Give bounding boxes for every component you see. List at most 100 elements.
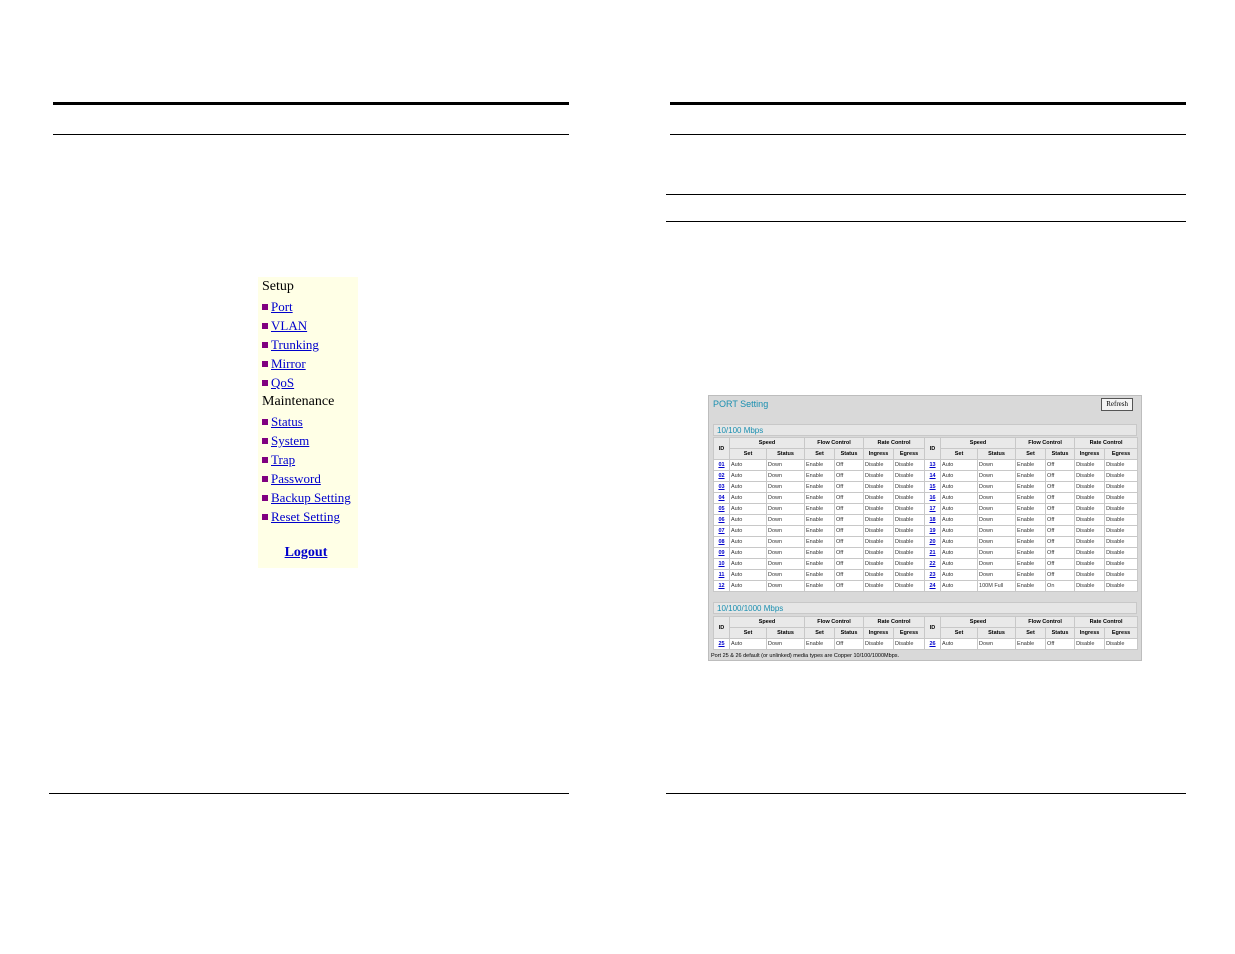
menu-link-reset-setting[interactable]: Reset Setting [271, 509, 340, 525]
port-id-link[interactable]: 23 [929, 572, 935, 578]
port-speed-status-cell: Down [765, 547, 806, 559]
menu-link-system[interactable]: System [271, 433, 309, 449]
menu-item-password[interactable]: Password [262, 471, 321, 487]
table-header-row: ID Speed Flow Control Rate Control ID Speed Fl… [713, 616, 1139, 639]
port-id-link[interactable]: 10 [718, 561, 724, 567]
menu-link-mirror[interactable]: Mirror [271, 356, 306, 372]
col-header-speed: Speed [940, 437, 1017, 449]
port-flow-status-cell: Off [834, 525, 865, 537]
square-bullet-icon [262, 438, 268, 444]
port-flow-set-cell: Enable [804, 514, 836, 526]
menu-item-vlan[interactable]: VLAN [262, 318, 307, 334]
port-id-link[interactable]: 04 [718, 495, 724, 501]
menu-item-status[interactable]: Status [262, 414, 303, 430]
refresh-button[interactable]: Refresh [1101, 398, 1133, 411]
port-id-link[interactable]: 06 [718, 517, 724, 523]
menu-link-backup-setting[interactable]: Backup Setting [271, 490, 351, 506]
port-id-link[interactable]: 21 [929, 550, 935, 556]
port-flow-set-cell: Enable [804, 558, 836, 570]
port-speed-set-cell: Auto [940, 470, 979, 482]
port-flow-set-cell: Enable [804, 547, 836, 559]
port-id-link[interactable]: 18 [929, 517, 935, 523]
port-speed-status-cell: Down [765, 514, 806, 526]
port-id-link[interactable]: 16 [929, 495, 935, 501]
col-header-ingress: Ingress [1074, 448, 1106, 460]
port-id-cell: 09 [713, 547, 730, 559]
port-speed-status-cell: Down [765, 470, 806, 482]
right-top-rule-thin [670, 134, 1186, 135]
port-table-10-100: ID Speed Flow Control Rate Control ID Speed Fl… [713, 437, 1139, 592]
port-egress-cell: Disable [893, 558, 926, 570]
port-id-link[interactable]: 19 [929, 528, 935, 534]
menu-link-trap[interactable]: Trap [271, 452, 295, 468]
port-flow-set-cell: Enable [1015, 580, 1047, 592]
port-flow-set-cell: Enable [804, 638, 836, 650]
port-speed-status-cell: Down [765, 536, 806, 548]
port-speed-status-cell: Down [977, 525, 1017, 537]
port-ingress-cell: Disable [863, 580, 895, 592]
port-setting-panel: PORT Setting Refresh 10/100 Mbps ID Speed… [708, 395, 1142, 661]
menu-link-password[interactable]: Password [271, 471, 321, 487]
port-id-link[interactable]: 14 [929, 473, 935, 479]
menu-item-trap[interactable]: Trap [262, 452, 295, 468]
port-id-cell: 24 [924, 580, 942, 592]
menu-item-trunking[interactable]: Trunking [262, 337, 319, 353]
port-flow-set-cell: Enable [804, 492, 836, 504]
port-id-link[interactable]: 13 [929, 462, 935, 468]
menu-item-port[interactable]: Port [262, 299, 293, 315]
port-ingress-cell: Disable [863, 569, 895, 581]
port-id-link[interactable]: 01 [718, 462, 724, 468]
col-header-egress: Egress [893, 627, 926, 639]
port-flow-status-cell: Off [1045, 470, 1076, 482]
port-id-link[interactable]: 24 [929, 583, 935, 589]
port-speed-status-cell: Down [765, 569, 806, 581]
port-speed-set-cell: Auto [940, 492, 979, 504]
col-header-flow-set: Set [1015, 448, 1047, 460]
menu-item-system[interactable]: System [262, 433, 309, 449]
port-speed-set-cell: Auto [940, 569, 979, 581]
port-egress-cell: Disable [1104, 525, 1139, 537]
menu-link-trunking[interactable]: Trunking [271, 337, 319, 353]
port-speed-status-cell: Down [765, 492, 806, 504]
menu-link-qos[interactable]: QoS [271, 375, 294, 391]
logout-link[interactable]: Logout [258, 545, 354, 561]
menu-link-status[interactable]: Status [271, 414, 303, 430]
port-id-link[interactable]: 12 [718, 583, 724, 589]
port-ingress-cell: Disable [1074, 638, 1106, 650]
port-ingress-cell: Disable [863, 536, 895, 548]
square-bullet-icon [262, 304, 268, 310]
menu-link-vlan[interactable]: VLAN [271, 318, 307, 334]
media-type-note: Port 25 & 26 default (or unlinked) media… [711, 653, 900, 659]
port-id-link[interactable]: 26 [929, 641, 935, 647]
menu-item-mirror[interactable]: Mirror [262, 356, 306, 372]
port-id-cell: 20 [924, 536, 942, 548]
port-id-link[interactable]: 22 [929, 561, 935, 567]
port-id-link[interactable]: 07 [718, 528, 724, 534]
port-id-link[interactable]: 02 [718, 473, 724, 479]
square-bullet-icon [262, 419, 268, 425]
port-speed-set-cell: Auto [729, 638, 767, 650]
port-id-link[interactable]: 08 [718, 539, 724, 545]
port-id-link[interactable]: 15 [929, 484, 935, 490]
col-header-flow-control: Flow Control [804, 616, 865, 628]
menu-item-reset-setting[interactable]: Reset Setting [262, 509, 340, 525]
port-id-link[interactable]: 17 [929, 506, 935, 512]
port-speed-set-cell: Auto [729, 525, 767, 537]
menu-item-qos[interactable]: QoS [262, 375, 294, 391]
port-id-link[interactable]: 09 [718, 550, 724, 556]
port-egress-cell: Disable [893, 536, 926, 548]
menu-item-backup-setting[interactable]: Backup Setting [262, 490, 351, 506]
port-id-cell: 08 [713, 536, 730, 548]
port-id-link[interactable]: 05 [718, 506, 724, 512]
menu-link-port[interactable]: Port [271, 299, 293, 315]
col-header-flow-set: Set [804, 448, 836, 460]
port-id-link[interactable]: 20 [929, 539, 935, 545]
col-header-speed-set: Set [940, 627, 979, 639]
port-ingress-cell: Disable [1074, 503, 1106, 515]
port-id-cell: 11 [713, 569, 730, 581]
col-header-flow-status: Status [1045, 448, 1076, 460]
port-id-link[interactable]: 11 [719, 572, 725, 578]
port-id-link[interactable]: 25 [718, 641, 724, 647]
port-id-link[interactable]: 03 [718, 484, 724, 490]
port-egress-cell: Disable [893, 481, 926, 493]
